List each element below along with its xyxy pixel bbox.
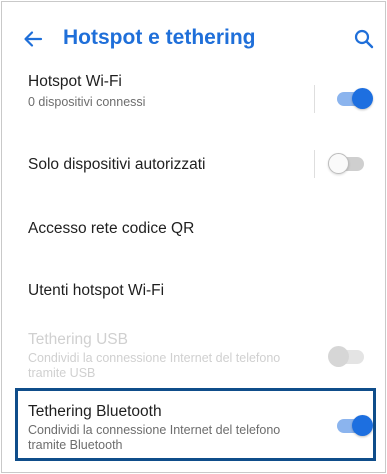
setting-title: Hotspot Wi-Fi — [28, 73, 122, 90]
toggle-thumb — [328, 153, 349, 174]
authorized-devices-toggle[interactable] — [328, 152, 366, 174]
app-bar: Hotspot e tethering — [2, 2, 385, 64]
arrow-back-icon — [24, 31, 43, 47]
usb-tethering-toggle — [328, 345, 366, 367]
divider — [314, 85, 315, 113]
divider — [314, 150, 315, 178]
setting-row-authorized-devices[interactable]: Solo dispositivi autorizzati — [2, 132, 385, 194]
setting-row-hotspot-wifi[interactable]: Hotspot Wi-Fi 0 dispositivi connessi — [2, 64, 385, 126]
setting-subtitle: Condividi la connessione Internet del te… — [28, 351, 281, 380]
search-icon — [354, 29, 374, 49]
setting-row-hotspot-users[interactable]: Utenti hotspot Wi-Fi — [2, 262, 385, 322]
setting-title: Utenti hotspot Wi-Fi — [28, 282, 165, 299]
setting-title: Solo dispositivi autorizzati — [28, 156, 206, 173]
setting-subtitle: 0 dispositivi connessi — [28, 95, 146, 109]
toggle-thumb — [328, 346, 349, 367]
setting-title: Accesso rete codice QR — [28, 220, 195, 237]
setting-title: Tethering USB — [28, 331, 128, 348]
page-title: Hotspot e tethering — [63, 26, 256, 49]
back-button[interactable] — [22, 28, 44, 50]
hotspot-wifi-toggle[interactable] — [335, 87, 373, 109]
setting-row-qr-access[interactable]: Accesso rete codice QR — [2, 198, 385, 260]
toggle-thumb — [352, 88, 373, 109]
search-button[interactable] — [353, 28, 375, 50]
highlight-frame — [15, 388, 376, 461]
settings-screen: Hotspot e tethering Hotspot Wi-Fi 0 disp… — [1, 1, 386, 473]
setting-row-usb-tethering: Tethering USB Condividi la connessione I… — [2, 322, 385, 386]
